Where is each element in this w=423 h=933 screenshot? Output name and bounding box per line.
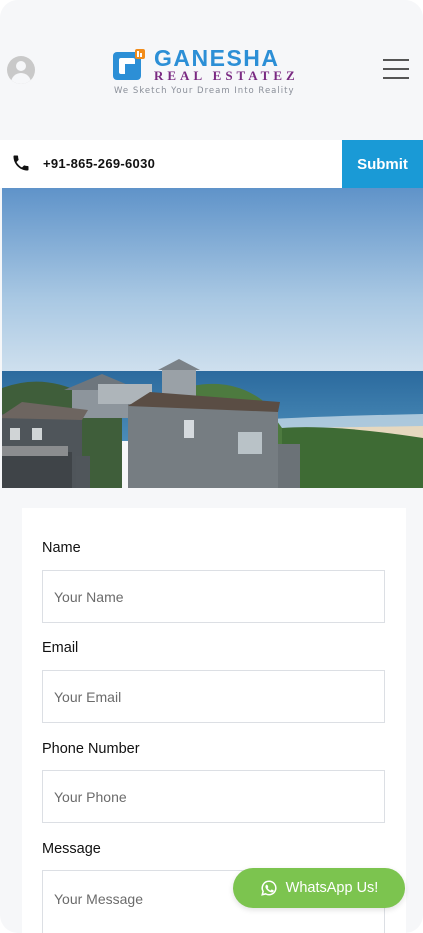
app-frame: GANESHA REAL ESTATEZ We Sketch Your Drea… <box>0 0 423 933</box>
whatsapp-button[interactable]: WhatsApp Us! <box>233 868 405 908</box>
phone-number[interactable]: +91-865-269-6030 <box>43 156 155 171</box>
whatsapp-icon <box>260 880 277 896</box>
logo-name: GANESHA <box>154 45 280 71</box>
phone-input[interactable] <box>42 770 385 823</box>
submit-button[interactable]: Submit <box>342 140 423 188</box>
logo-mark-icon <box>113 49 145 80</box>
name-label: Name <box>42 540 81 556</box>
contact-bar: +91-865-269-6030 Submit <box>0 140 423 188</box>
phone-label: Phone Number <box>42 741 140 757</box>
name-input[interactable] <box>42 570 385 623</box>
logo-tagline: We Sketch Your Dream Into Reality <box>114 86 295 96</box>
message-label: Message <box>42 841 101 857</box>
site-header: GANESHA REAL ESTATEZ We Sketch Your Drea… <box>0 0 423 140</box>
logo-subtitle: REAL ESTATEZ <box>154 68 299 83</box>
whatsapp-label: WhatsApp Us! <box>285 880 379 896</box>
email-label: Email <box>42 640 79 656</box>
site-logo[interactable]: GANESHA REAL ESTATEZ We Sketch Your Drea… <box>112 46 312 100</box>
user-icon[interactable] <box>7 56 35 84</box>
hamburger-menu-icon[interactable] <box>383 59 409 79</box>
hero-image <box>2 188 423 488</box>
email-input[interactable] <box>42 670 385 723</box>
phone-icon <box>13 155 29 171</box>
